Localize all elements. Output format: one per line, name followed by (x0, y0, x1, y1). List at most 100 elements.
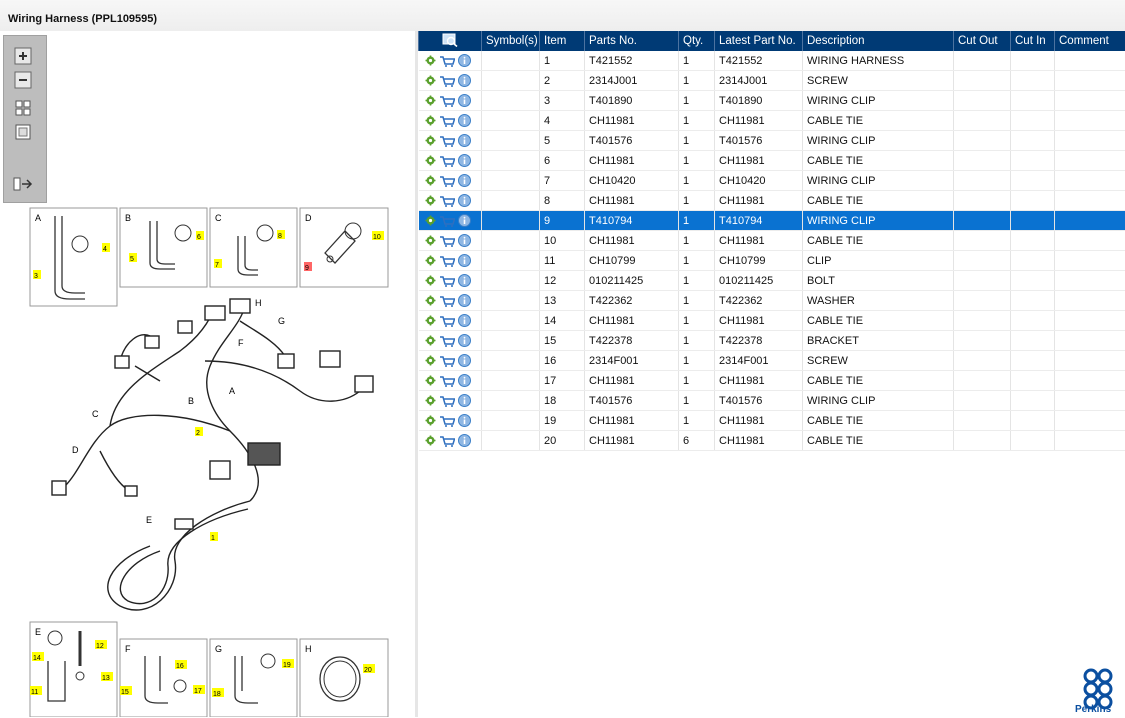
table-row[interactable]: 18T4015761T401576WIRING CLIP (419, 391, 1125, 411)
column-header-comment[interactable]: Comment (1055, 31, 1125, 51)
table-row[interactable]: 5T4015761T401576WIRING CLIP (419, 131, 1125, 151)
gear-icon[interactable] (425, 395, 436, 406)
gear-icon[interactable] (425, 195, 436, 206)
gear-icon[interactable] (425, 295, 436, 306)
info-icon[interactable] (458, 74, 471, 87)
gear-icon[interactable] (425, 55, 436, 66)
shopping-cart-icon[interactable] (439, 175, 455, 187)
table-row[interactable]: 11CH107991CH10799CLIP (419, 251, 1125, 271)
shopping-cart-icon[interactable] (439, 335, 455, 347)
shopping-cart-icon[interactable] (439, 215, 455, 227)
detail-box-f[interactable]: F 16 15 17 (120, 639, 207, 717)
exploded-parts-diagram[interactable]: A 3 4 B 5 6 C 7 (0, 31, 415, 717)
info-icon[interactable] (458, 294, 471, 307)
info-icon[interactable] (458, 374, 471, 387)
info-icon[interactable] (458, 314, 471, 327)
info-icon[interactable] (458, 214, 471, 227)
table-row[interactable]: 1T4215521T421552WIRING HARNESS (419, 51, 1125, 71)
shopping-cart-icon[interactable] (439, 195, 455, 207)
shopping-cart-icon[interactable] (439, 95, 455, 107)
table-row[interactable]: 9T4107941T410794WIRING CLIP (419, 211, 1125, 231)
info-icon[interactable] (458, 114, 471, 127)
gear-icon[interactable] (425, 215, 436, 226)
shopping-cart-icon[interactable] (439, 115, 455, 127)
info-icon[interactable] (458, 334, 471, 347)
table-row[interactable]: 20CH119816CH11981CABLE TIE (419, 431, 1125, 451)
info-icon[interactable] (458, 414, 471, 427)
shopping-cart-icon[interactable] (439, 75, 455, 87)
info-icon[interactable] (458, 154, 471, 167)
table-row[interactable]: 8CH119811CH11981CABLE TIE (419, 191, 1125, 211)
shopping-cart-icon[interactable] (439, 375, 455, 387)
detail-box-g[interactable]: G 19 18 (210, 639, 297, 717)
gear-icon[interactable] (425, 355, 436, 366)
column-header-search[interactable] (419, 31, 482, 51)
table-row[interactable]: 15T4223781T422378BRACKET (419, 331, 1125, 351)
shopping-cart-icon[interactable] (439, 235, 455, 247)
gear-icon[interactable] (425, 255, 436, 266)
shopping-cart-icon[interactable] (439, 255, 455, 267)
gear-icon[interactable] (425, 415, 436, 426)
gear-icon[interactable] (425, 135, 436, 146)
search-parts-icon[interactable] (442, 38, 458, 50)
info-icon[interactable] (458, 54, 471, 67)
table-row[interactable]: 22314J00112314J001SCREW (419, 71, 1125, 91)
detail-box-b[interactable]: B 5 6 (120, 208, 207, 287)
shopping-cart-icon[interactable] (439, 355, 455, 367)
shopping-cart-icon[interactable] (439, 435, 455, 447)
shopping-cart-icon[interactable] (439, 395, 455, 407)
gear-icon[interactable] (425, 235, 436, 246)
info-icon[interactable] (458, 434, 471, 447)
info-icon[interactable] (458, 134, 471, 147)
shopping-cart-icon[interactable] (439, 55, 455, 67)
shopping-cart-icon[interactable] (439, 275, 455, 287)
gear-icon[interactable] (425, 95, 436, 106)
table-row[interactable]: 13T4223621T422362WASHER (419, 291, 1125, 311)
table-row[interactable]: 120102114251010211425BOLT (419, 271, 1125, 291)
table-row[interactable]: 10CH119811CH11981CABLE TIE (419, 231, 1125, 251)
shopping-cart-icon[interactable] (439, 155, 455, 167)
table-row[interactable]: 162314F00112314F001SCREW (419, 351, 1125, 371)
harness-drawing[interactable] (52, 299, 373, 610)
info-icon[interactable] (458, 354, 471, 367)
gear-icon[interactable] (425, 75, 436, 86)
gear-icon[interactable] (425, 275, 436, 286)
detail-box-d[interactable]: D 9 10 (300, 208, 388, 287)
detail-box-h[interactable]: H 20 (300, 639, 388, 717)
shopping-cart-icon[interactable] (439, 315, 455, 327)
shopping-cart-icon[interactable] (439, 135, 455, 147)
info-icon[interactable] (458, 394, 471, 407)
column-header-cut-out[interactable]: Cut Out (954, 31, 1011, 51)
gear-icon[interactable] (425, 335, 436, 346)
column-header-item[interactable]: Item (540, 31, 585, 51)
column-header-latest-part-no[interactable]: Latest Part No. (715, 31, 803, 51)
table-row[interactable]: 7CH104201CH10420WIRING CLIP (419, 171, 1125, 191)
detail-box-e[interactable]: E 14 12 11 13 (30, 622, 117, 717)
column-header-cut-in[interactable]: Cut In (1011, 31, 1055, 51)
table-row[interactable]: 19CH119811CH11981CABLE TIE (419, 411, 1125, 431)
column-header-description[interactable]: Description (803, 31, 954, 51)
gear-icon[interactable] (425, 375, 436, 386)
info-icon[interactable] (458, 174, 471, 187)
column-header-parts-no[interactable]: Parts No. (585, 31, 679, 51)
table-row[interactable]: 3T4018901T401890WIRING CLIP (419, 91, 1125, 111)
table-row[interactable]: 6CH119811CH11981CABLE TIE (419, 151, 1125, 171)
table-row[interactable]: 17CH119811CH11981CABLE TIE (419, 371, 1125, 391)
info-icon[interactable] (458, 94, 471, 107)
gear-icon[interactable] (425, 435, 436, 446)
info-icon[interactable] (458, 194, 471, 207)
detail-box-c[interactable]: C 7 8 (210, 208, 297, 287)
gear-icon[interactable] (425, 155, 436, 166)
gear-icon[interactable] (425, 315, 436, 326)
column-header-qty[interactable]: Qty. (679, 31, 715, 51)
diagram-pane[interactable]: A 3 4 B 5 6 C 7 (0, 31, 416, 717)
detail-box-a[interactable]: A 3 4 (30, 208, 117, 306)
shopping-cart-icon[interactable] (439, 295, 455, 307)
gear-icon[interactable] (425, 175, 436, 186)
shopping-cart-icon[interactable] (439, 415, 455, 427)
info-icon[interactable] (458, 274, 471, 287)
gear-icon[interactable] (425, 115, 436, 126)
info-icon[interactable] (458, 234, 471, 247)
table-row[interactable]: 14CH119811CH11981CABLE TIE (419, 311, 1125, 331)
info-icon[interactable] (458, 254, 471, 267)
